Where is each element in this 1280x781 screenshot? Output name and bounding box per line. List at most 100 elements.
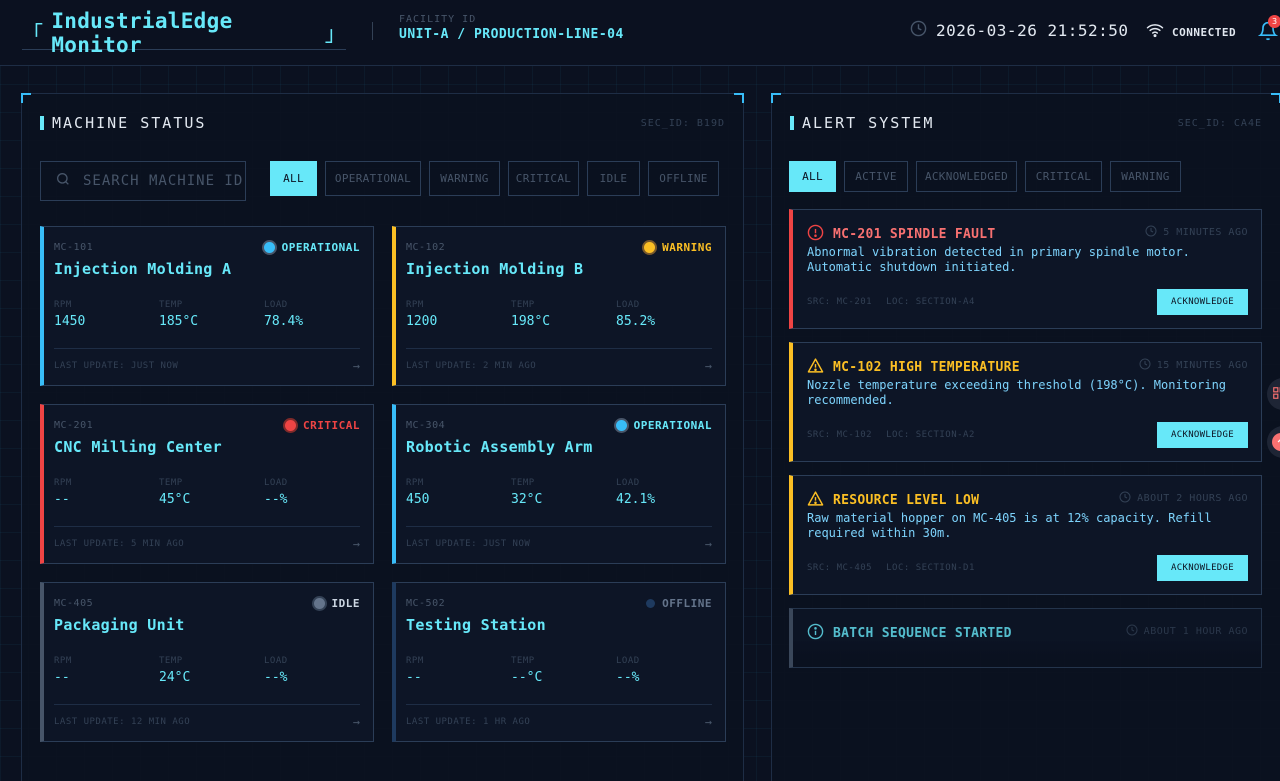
machine-search[interactable] <box>40 161 246 201</box>
load-value: --% <box>616 670 640 685</box>
machine-card[interactable]: MC-502 Testing Station OFFLINE RPM -- TEM… <box>392 582 726 742</box>
machine-metrics: RPM 1450 TEMP 185°C LOAD 78.4% <box>54 300 369 329</box>
temp-label: TEMP <box>159 300 183 310</box>
machine-card-footer: LAST UPDATE: 2 MIN AGO → <box>406 348 712 373</box>
machine-filter-all[interactable]: ALL <box>270 161 317 196</box>
machine-filters: ALL OPERATIONAL WARNING CRITICAL IDLE OF… <box>270 161 719 196</box>
clock-icon <box>1139 358 1151 373</box>
alert-card: RESOURCE LEVEL LOW ABOUT 2 HOURS AGO Raw… <box>789 475 1262 595</box>
machine-filter-warning[interactable]: WARNING <box>429 161 500 196</box>
arrow-right-icon[interactable]: → <box>705 715 712 729</box>
arrow-right-icon[interactable]: → <box>353 537 360 551</box>
alert-title: MC-201 SPINDLE FAULT <box>833 227 996 242</box>
rpm-value: -- <box>54 670 70 685</box>
status-dot <box>285 420 297 431</box>
arrow-right-icon[interactable]: → <box>353 715 360 729</box>
search-input[interactable] <box>83 173 243 189</box>
machine-card-footer: LAST UPDATE: 12 MIN AGO → <box>54 704 360 729</box>
alert-filter-warning[interactable]: WARNING <box>1110 161 1181 192</box>
alert-card: MC-201 SPINDLE FAULT 5 MINUTES AGO Abnor… <box>789 209 1262 329</box>
acknowledge-button[interactable]: ACKNOWLEDGE <box>1157 422 1248 448</box>
machine-filter-critical[interactable]: CRITICAL <box>508 161 579 196</box>
machine-card[interactable]: MC-102 Injection Molding B WARNING RPM 12… <box>392 226 726 386</box>
temp-value: 24°C <box>159 670 191 685</box>
load-value: 78.4% <box>264 314 304 329</box>
alert-system-panel: ALERT SYSTEM SEC_ID: CA4E ALL ACTIVE ACK… <box>771 93 1280 781</box>
clock-icon <box>910 20 927 41</box>
machine-metrics: RPM -- TEMP 24°C LOAD --% <box>54 656 369 685</box>
system-clock: 2026-03-26 21:52:50 <box>910 20 1129 41</box>
acknowledge-button[interactable]: ACKNOWLEDGE <box>1157 289 1248 315</box>
alert-list[interactable]: MC-201 SPINDLE FAULT 5 MINUTES AGO Abnor… <box>772 207 1280 743</box>
grid-icon <box>1272 385 1280 404</box>
acknowledge-button[interactable]: ACKNOWLEDGE <box>1157 555 1248 581</box>
machine-card-footer: LAST UPDATE: JUST NOW → <box>406 526 712 551</box>
temp-value: --°C <box>511 670 543 685</box>
machine-card[interactable]: MC-201 CNC Milling Center CRITICAL RPM --… <box>40 404 374 564</box>
clock-icon <box>1119 491 1131 506</box>
rpm-value: -- <box>406 670 422 685</box>
machine-status-text: CRITICAL <box>303 419 360 432</box>
machine-card[interactable]: MC-304 Robotic Assembly Arm OPERATIONAL … <box>392 404 726 564</box>
machine-name: Injection Molding A <box>54 260 232 278</box>
load-value: 85.2% <box>616 314 656 329</box>
last-update: LAST UPDATE: JUST NOW <box>54 361 179 371</box>
temp-label: TEMP <box>511 478 535 488</box>
load-label: LOAD <box>616 656 640 666</box>
alert-sec-id: SEC_ID: CA4E <box>1177 118 1262 129</box>
machine-status-badge: OFFLINE <box>646 597 712 610</box>
machine-card-footer: LAST UPDATE: 5 MIN AGO → <box>54 526 360 551</box>
arrow-right-icon[interactable]: → <box>705 359 712 373</box>
last-update: LAST UPDATE: 2 MIN AGO <box>406 361 537 371</box>
machine-status-badge: IDLE <box>313 597 361 610</box>
alert-source: SRC: MC-405 <box>807 563 873 573</box>
machine-status-text: IDLE <box>331 597 360 610</box>
machine-filter-idle[interactable]: IDLE <box>587 161 640 196</box>
alert-system-title-text: ALERT SYSTEM <box>802 114 935 132</box>
machine-sec-id: SEC_ID: B19D <box>640 118 725 129</box>
rpm-value: 450 <box>406 492 430 507</box>
machine-metrics: RPM 1200 TEMP 198°C LOAD 85.2% <box>406 300 721 329</box>
machine-filter-offline[interactable]: OFFLINE <box>648 161 719 196</box>
alert-description: Abnormal vibration detected in primary s… <box>807 245 1190 274</box>
alert-source: SRC: MC-102 <box>807 430 873 440</box>
machine-metrics: RPM -- TEMP 45°C LOAD --% <box>54 478 369 507</box>
alert-time: ABOUT 2 HOURS AGO <box>1119 491 1248 506</box>
rpm-label: RPM <box>406 656 424 666</box>
temp-value: 198°C <box>511 314 551 329</box>
load-value: --% <box>264 492 288 507</box>
alert-meta: SRC: MC-102 LOC: SECTION-A2 <box>807 430 975 440</box>
status-dot <box>263 242 275 253</box>
status-dot <box>644 242 656 253</box>
load-label: LOAD <box>264 656 288 666</box>
top-bar: 「 IndustrialEdge Monitor 」 FACILITY ID U… <box>0 0 1280 66</box>
machine-card[interactable]: MC-101 Injection Molding A OPERATIONAL R… <box>40 226 374 386</box>
temp-value: 185°C <box>159 314 199 329</box>
app-title-text: IndustrialEdge Monitor <box>51 8 233 57</box>
rpm-value: -- <box>54 492 70 507</box>
load-label: LOAD <box>264 478 288 488</box>
alert-location: LOC: SECTION-A2 <box>886 430 975 440</box>
alert-circle-icon <box>807 224 824 245</box>
header-divider <box>372 22 373 40</box>
machine-card[interactable]: MC-405 Packaging Unit IDLE RPM -- TEMP 24°… <box>40 582 374 742</box>
rpm-label: RPM <box>406 478 424 488</box>
alert-filter-critical[interactable]: CRITICAL <box>1025 161 1102 192</box>
machine-name: CNC Milling Center <box>54 438 222 456</box>
machine-name: Packaging Unit <box>54 616 185 634</box>
alert-filter-active[interactable]: ACTIVE <box>844 161 908 192</box>
alert-filter-all[interactable]: ALL <box>789 161 836 192</box>
alert-location: LOC: SECTION-D1 <box>886 563 975 573</box>
arrow-right-icon[interactable]: → <box>353 359 360 373</box>
machine-filter-operational[interactable]: OPERATIONAL <box>325 161 421 196</box>
machine-id: MC-502 <box>406 598 446 609</box>
alert-header: RESOURCE LEVEL LOW <box>807 490 979 511</box>
alert-filter-acknowledged[interactable]: ACKNOWLEDGED <box>916 161 1017 192</box>
rpm-label: RPM <box>54 656 72 666</box>
connection-status: CONNECTED <box>1146 22 1236 42</box>
notifications-button[interactable]: 3 <box>1257 15 1280 44</box>
arrow-right-icon[interactable]: → <box>705 537 712 551</box>
rpm-label: RPM <box>406 300 424 310</box>
clock-icon <box>1126 624 1138 639</box>
alert-location: LOC: SECTION-A4 <box>886 297 975 307</box>
